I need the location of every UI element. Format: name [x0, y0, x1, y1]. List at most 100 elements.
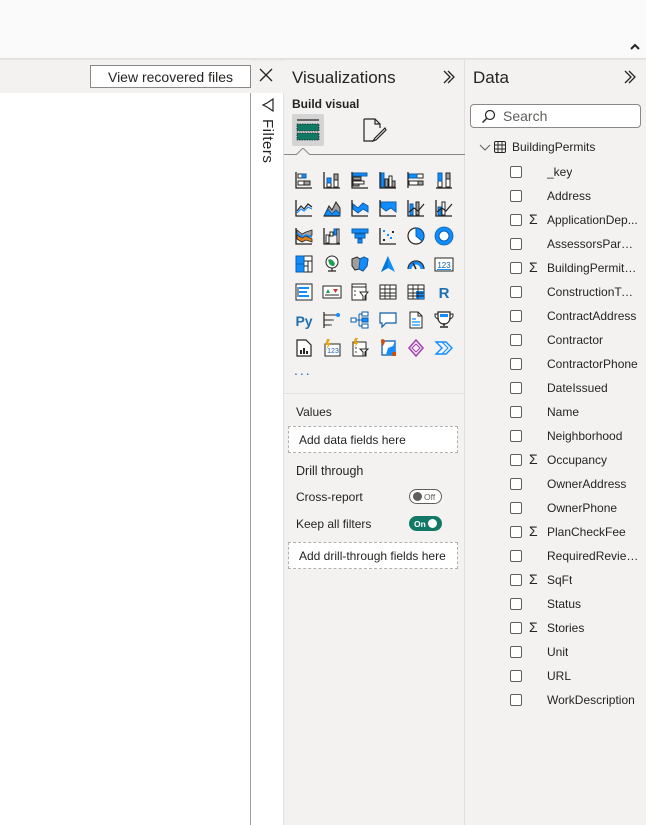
smart-narrative-icon[interactable]: [402, 306, 430, 334]
100-stacked-bar-chart-icon[interactable]: [402, 166, 430, 194]
clustered-column-chart-icon[interactable]: [374, 166, 402, 194]
field-checkbox[interactable]: [510, 238, 522, 250]
matrix-icon[interactable]: [402, 278, 430, 306]
treemap-icon[interactable]: [290, 250, 318, 278]
power-apps-card-icon[interactable]: 123: [318, 334, 346, 362]
multi-row-card-icon[interactable]: [290, 278, 318, 306]
table-node-buildingpermits[interactable]: BuildingPermits: [479, 140, 595, 154]
stacked-bar-chart-icon[interactable]: [290, 166, 318, 194]
r-script-visual-icon[interactable]: R: [430, 278, 458, 306]
arcgis-map-icon[interactable]: [374, 334, 402, 362]
field-checkbox[interactable]: [510, 550, 522, 562]
field-item[interactable]: URL: [465, 664, 646, 688]
more-visuals-button[interactable]: ...: [294, 362, 312, 378]
filters-label[interactable]: Filters: [259, 119, 276, 163]
power-automate-icon[interactable]: [430, 334, 458, 362]
field-checkbox[interactable]: [510, 694, 522, 706]
field-checkbox[interactable]: [510, 406, 522, 418]
field-item[interactable]: Address: [465, 184, 646, 208]
field-item[interactable]: Σ SqFt: [465, 568, 646, 592]
stacked-area-chart-icon[interactable]: [346, 194, 374, 222]
close-icon[interactable]: [258, 67, 274, 83]
gauge-icon[interactable]: [402, 250, 430, 278]
field-item[interactable]: Name: [465, 400, 646, 424]
field-item[interactable]: Σ Stories: [465, 616, 646, 640]
metrics-icon[interactable]: [430, 306, 458, 334]
field-item[interactable]: RequiredReviews: [465, 544, 646, 568]
field-item[interactable]: _key: [465, 160, 646, 184]
field-item[interactable]: WorkDescription: [465, 688, 646, 712]
field-checkbox[interactable]: [510, 574, 522, 586]
100-stacked-column-chart-icon[interactable]: [430, 166, 458, 194]
clustered-bar-chart-icon[interactable]: [346, 166, 374, 194]
azure-map-icon[interactable]: [374, 250, 402, 278]
field-checkbox[interactable]: [510, 262, 522, 274]
ribbon-chart-icon[interactable]: [290, 222, 318, 250]
field-item[interactable]: Unit: [465, 640, 646, 664]
funnel-chart-icon[interactable]: [346, 222, 374, 250]
field-checkbox[interactable]: [510, 646, 522, 658]
field-checkbox[interactable]: [510, 598, 522, 610]
field-item[interactable]: AssessorsParcel...: [465, 232, 646, 256]
filled-map-icon[interactable]: [346, 250, 374, 278]
kpi-icon[interactable]: [318, 278, 346, 306]
field-checkbox[interactable]: [510, 670, 522, 682]
field-checkbox[interactable]: [510, 502, 522, 514]
paginated-report-icon[interactable]: [290, 334, 318, 362]
donut-chart-icon[interactable]: [430, 222, 458, 250]
field-item[interactable]: Σ BuildingPermitF...: [465, 256, 646, 280]
drill-through-well[interactable]: Add drill-through fields here: [288, 542, 458, 569]
slicer-icon[interactable]: [346, 278, 374, 306]
field-checkbox[interactable]: [510, 214, 522, 226]
search-input[interactable]: Search: [470, 104, 641, 128]
power-apps-icon[interactable]: [402, 334, 430, 362]
build-visual-tab[interactable]: [292, 114, 324, 146]
keep-all-filters-toggle[interactable]: On: [409, 516, 442, 531]
report-canvas[interactable]: [0, 93, 251, 825]
field-item[interactable]: OwnerAddress: [465, 472, 646, 496]
field-item[interactable]: ContractAddress: [465, 304, 646, 328]
field-item[interactable]: Status: [465, 592, 646, 616]
decomposition-tree-icon[interactable]: [346, 306, 374, 334]
field-item[interactable]: OwnerPhone: [465, 496, 646, 520]
chevron-up-icon[interactable]: [628, 40, 642, 54]
field-item[interactable]: Neighborhood: [465, 424, 646, 448]
power-apps-slicer-icon[interactable]: [346, 334, 374, 362]
scatter-chart-icon[interactable]: [374, 222, 402, 250]
field-item[interactable]: Contractor: [465, 328, 646, 352]
field-checkbox[interactable]: [510, 166, 522, 178]
field-checkbox[interactable]: [510, 382, 522, 394]
format-visual-tab[interactable]: [357, 114, 389, 146]
card-icon[interactable]: 123: [430, 250, 458, 278]
line-chart-icon[interactable]: [290, 194, 318, 222]
field-checkbox[interactable]: [510, 622, 522, 634]
table-icon[interactable]: [374, 278, 402, 306]
python-visual-icon[interactable]: Py: [290, 306, 318, 334]
double-chevron-right-icon[interactable]: [441, 69, 457, 85]
pie-chart-icon[interactable]: [402, 222, 430, 250]
field-checkbox[interactable]: [510, 526, 522, 538]
field-checkbox[interactable]: [510, 286, 522, 298]
filters-pane-collapsed[interactable]: Filters: [251, 93, 284, 825]
field-checkbox[interactable]: [510, 190, 522, 202]
area-chart-icon[interactable]: [318, 194, 346, 222]
field-item[interactable]: ContractorPhone: [465, 352, 646, 376]
field-item[interactable]: Σ Occupancy: [465, 448, 646, 472]
double-chevron-right-icon[interactable]: [622, 69, 638, 85]
waterfall-chart-icon[interactable]: [318, 222, 346, 250]
field-item[interactable]: Σ ApplicationDep...: [465, 208, 646, 232]
map-icon[interactable]: [318, 250, 346, 278]
field-checkbox[interactable]: [510, 358, 522, 370]
field-item[interactable]: DateIssued: [465, 376, 646, 400]
view-recovered-files-button[interactable]: View recovered files: [90, 65, 251, 88]
field-checkbox[interactable]: [510, 478, 522, 490]
stacked-column-chart-icon[interactable]: [318, 166, 346, 194]
cross-report-toggle[interactable]: Off: [409, 489, 442, 504]
line-and-stacked-column-chart-icon[interactable]: [402, 194, 430, 222]
values-well[interactable]: Add data fields here: [288, 426, 458, 453]
field-checkbox[interactable]: [510, 430, 522, 442]
100-stacked-area-chart-icon[interactable]: [374, 194, 402, 222]
field-checkbox[interactable]: [510, 310, 522, 322]
field-item[interactable]: Σ PlanCheckFee: [465, 520, 646, 544]
field-item[interactable]: ConstructionType: [465, 280, 646, 304]
